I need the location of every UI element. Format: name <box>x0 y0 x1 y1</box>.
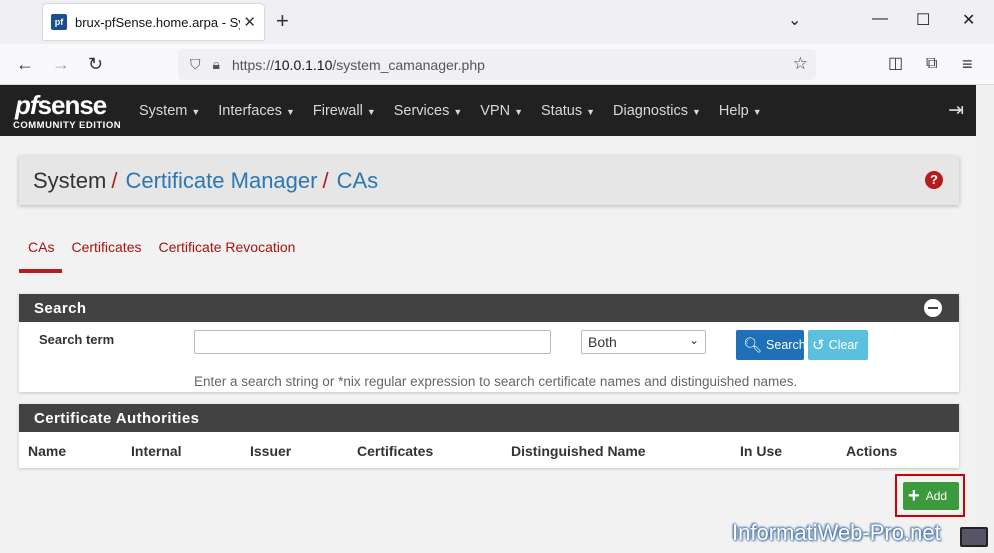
menu-vpn[interactable]: VPN ▼ <box>471 103 532 119</box>
tab-certificates[interactable]: Certificates <box>62 228 149 273</box>
extensions-icon[interactable]: ⧉ <box>926 54 937 74</box>
minimize-icon[interactable]: — <box>872 10 888 28</box>
url-text[interactable]: https://10.0.1.10/system_camanager.php <box>232 57 485 73</box>
search-panel: Search Search term Both ⌄ 🔍︎ Search ↺ Cl… <box>19 294 959 392</box>
menu-interfaces[interactable]: Interfaces ▼ <box>209 103 304 119</box>
ca-panel: Certificate Authorities Name Internal Is… <box>19 404 959 468</box>
back-icon[interactable]: ← <box>16 54 34 74</box>
breadcrumb-cas[interactable]: CAs <box>337 168 379 194</box>
column-distinguished-name: Distinguished Name <box>511 443 646 459</box>
add-highlight: + Add <box>895 474 965 517</box>
add-button[interactable]: + Add <box>903 482 959 510</box>
caret-down-icon: ▼ <box>586 106 596 117</box>
close-window-icon[interactable]: ✕ <box>962 10 975 30</box>
reload-icon[interactable]: ↻ <box>88 54 103 74</box>
shield-icon[interactable]: ⛉ <box>190 56 201 73</box>
caret-down-icon: ▼ <box>514 106 524 117</box>
tab-list-chevron-icon[interactable]: ⌄ <box>788 10 801 30</box>
breadcrumb-separator: / <box>111 167 118 193</box>
close-tab-icon[interactable]: ✕ <box>243 13 256 31</box>
column-name: Name <box>28 443 67 459</box>
column-in-use: In Use <box>740 443 783 459</box>
menu-firewall[interactable]: Firewall ▼ <box>304 103 385 119</box>
breadcrumb-certificate-manager[interactable]: Certificate Manager <box>125 168 317 194</box>
watermark: InformatiWeb-Pro.net <box>732 520 941 545</box>
column-actions: Actions <box>846 443 898 459</box>
breadcrumb-system: System <box>33 167 107 193</box>
logout-icon[interactable]: ⇥ <box>948 99 964 122</box>
search-panel-header: Search <box>19 294 959 322</box>
bookmark-star-icon[interactable]: ☆ <box>793 54 808 74</box>
forward-icon[interactable]: → <box>52 54 70 74</box>
browser-tab[interactable]: pf brux-pfSense.home.arpa - System ✕ <box>43 4 264 40</box>
search-icon: 🔍︎ <box>743 337 763 354</box>
clear-button[interactable]: ↺ Clear <box>808 330 868 360</box>
ca-panel-header: Certificate Authorities <box>19 404 959 432</box>
menu-help[interactable]: Help ▼ <box>710 103 771 119</box>
caret-down-icon: ▼ <box>752 106 762 117</box>
chevron-down-icon: ⌄ <box>688 333 699 347</box>
browser-tab-bar: pf brux-pfSense.home.arpa - System ✕ + ⌄… <box>0 0 994 44</box>
menu-diagnostics[interactable]: Diagnostics ▼ <box>604 103 710 119</box>
menu-status[interactable]: Status ▼ <box>532 103 604 119</box>
page-content: System / Certificate Manager / CAs ? CAs… <box>0 136 988 553</box>
caret-down-icon: ▼ <box>692 106 701 117</box>
lock-icon[interactable]: 🔒︎ <box>213 56 220 73</box>
maximize-icon[interactable]: ☐ <box>916 10 930 30</box>
tab-cas[interactable]: CAs <box>19 228 63 273</box>
new-tab-icon[interactable]: + <box>276 10 289 32</box>
browser-nav-bar: ← → ↻ ⛉ 🔒︎ https://10.0.1.10/system_cama… <box>0 44 994 85</box>
tab-certificate-revocation[interactable]: Certificate Revocation <box>149 228 303 273</box>
search-input[interactable] <box>194 330 551 354</box>
laptop-icon <box>960 527 988 547</box>
main-menu: System ▼ Interfaces ▼ Firewall ▼ Services ▼ … <box>130 85 771 136</box>
caret-down-icon: ▼ <box>366 106 376 117</box>
pocket-icon[interactable]: ◫ <box>888 54 903 74</box>
address-bar[interactable]: ⛉ 🔒︎ https://10.0.1.10/system_camanager.… <box>178 49 816 80</box>
menu-icon[interactable]: ≡ <box>962 54 973 74</box>
breadcrumb: System / Certificate Manager / CAs ? <box>19 156 959 205</box>
breadcrumb-separator: / <box>322 167 329 193</box>
search-scope-select[interactable]: Both ⌄ <box>581 330 706 354</box>
tab-strip: CAs Certificates Certificate Revocation <box>19 228 303 273</box>
undo-icon: ↺ <box>812 337 825 354</box>
pfsense-logo[interactable]: pfsense COMMUNITY EDITION <box>13 90 121 132</box>
tab-title: brux-pfSense.home.arpa - System <box>75 14 240 30</box>
column-certificates: Certificates <box>357 443 434 459</box>
search-hint: Enter a search string or *nix regular ex… <box>194 374 798 389</box>
search-term-label: Search term <box>39 332 115 347</box>
menu-system[interactable]: System ▼ <box>130 103 209 119</box>
caret-down-icon: ▼ <box>285 106 295 117</box>
caret-down-icon: ▼ <box>191 106 201 117</box>
pfsense-navbar: pfsense COMMUNITY EDITION System ▼ Interf… <box>0 85 976 136</box>
menu-services[interactable]: Services ▼ <box>385 103 472 119</box>
collapse-icon[interactable] <box>924 299 942 317</box>
column-internal: Internal <box>131 443 182 459</box>
pfsense-favicon-icon: pf <box>51 14 67 30</box>
help-icon[interactable]: ? <box>925 171 943 189</box>
page-scrollbar[interactable] <box>976 85 994 553</box>
plus-icon: + <box>908 485 920 507</box>
search-button[interactable]: 🔍︎ Search <box>736 330 806 360</box>
column-issuer: Issuer <box>250 443 292 459</box>
caret-down-icon: ▼ <box>453 106 463 117</box>
